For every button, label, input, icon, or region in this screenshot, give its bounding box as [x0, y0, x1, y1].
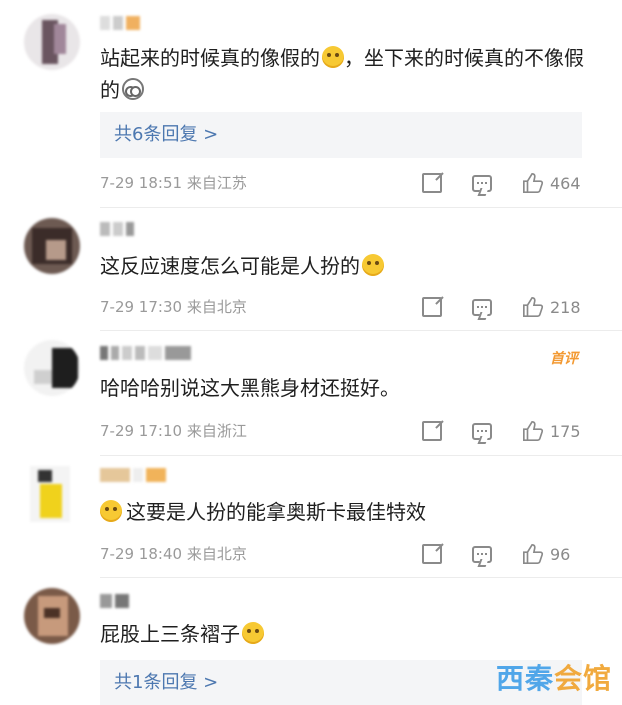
comment-meta: 7-29 17:30 来自北京: [100, 297, 247, 317]
comment-time: 7-29 18:40: [100, 545, 183, 563]
thinking-emoji-icon: [242, 622, 264, 644]
avatar[interactable]: [30, 466, 70, 522]
comment-icon[interactable]: [472, 174, 492, 192]
comment-text: 这要是人扮的能拿奥斯卡最佳特效: [100, 496, 600, 528]
comment-actions: 464: [392, 171, 582, 195]
username[interactable]: [100, 344, 191, 362]
avatar[interactable]: [24, 340, 80, 396]
username[interactable]: [100, 466, 166, 484]
comment-text: 哈哈哈别说这大黑熊身材还挺好。: [100, 376, 400, 400]
comment-time: 7-29 17:10: [100, 422, 183, 440]
comment-actions: 218: [392, 295, 582, 319]
like-icon[interactable]: [522, 296, 544, 318]
comment-icon[interactable]: [472, 422, 492, 440]
glasses-emoji-icon: [122, 78, 144, 100]
comment-time: 7-29 18:51: [100, 174, 183, 192]
comment-location: 来自浙江: [186, 422, 247, 440]
username[interactable]: [100, 592, 129, 610]
share-icon[interactable]: [422, 544, 442, 564]
divider: [100, 330, 622, 331]
avatar[interactable]: [24, 218, 80, 274]
comment-meta: 7-29 18:51 来自江苏: [100, 173, 247, 193]
comment-meta: 7-29 18:40 来自北京: [100, 544, 247, 564]
comment-icon[interactable]: [472, 545, 492, 563]
share-icon[interactable]: [422, 297, 442, 317]
comment-meta: 7-29 17:10 来自浙江: [100, 421, 247, 441]
first-comment-badge: 首评: [550, 351, 578, 367]
comment-actions: 175: [392, 419, 582, 443]
smile-emoji-icon: [100, 500, 122, 522]
comment-location: 来自北京: [186, 298, 247, 316]
avatar[interactable]: [24, 14, 80, 70]
comment-time: 7-29 17:30: [100, 298, 183, 316]
divider: [100, 207, 622, 208]
comment-actions: 96: [392, 542, 582, 566]
avatar[interactable]: [24, 588, 80, 644]
like-icon[interactable]: [522, 543, 544, 565]
divider: [100, 577, 622, 578]
laughing-crying-emoji-icon: [362, 254, 384, 276]
comment-text: 站起来的时候真的像假的 ，坐下来的时候真的不像假的: [100, 46, 584, 102]
username[interactable]: [100, 14, 140, 32]
comment-location: 来自北京: [186, 545, 247, 563]
view-replies-link[interactable]: 共6条回复 >: [100, 112, 582, 158]
like-count: 464: [550, 173, 581, 193]
watermark-logo: 西秦会馆: [495, 662, 612, 695]
like-icon[interactable]: [522, 172, 544, 194]
comment-icon[interactable]: [472, 298, 492, 316]
thinking-emoji-icon: [322, 46, 344, 68]
comment-text: 这反应速度怎么可能是人扮的: [100, 250, 600, 282]
share-icon[interactable]: [422, 173, 442, 193]
comment-location: 来自江苏: [186, 174, 247, 192]
comment-text: 屁股上三条褶子: [100, 618, 600, 650]
username[interactable]: [100, 220, 134, 238]
like-count: 96: [550, 544, 571, 564]
share-icon[interactable]: [422, 421, 442, 441]
like-count: 218: [550, 297, 581, 317]
divider: [100, 455, 622, 456]
like-count: 175: [550, 421, 581, 441]
like-icon[interactable]: [522, 420, 544, 442]
